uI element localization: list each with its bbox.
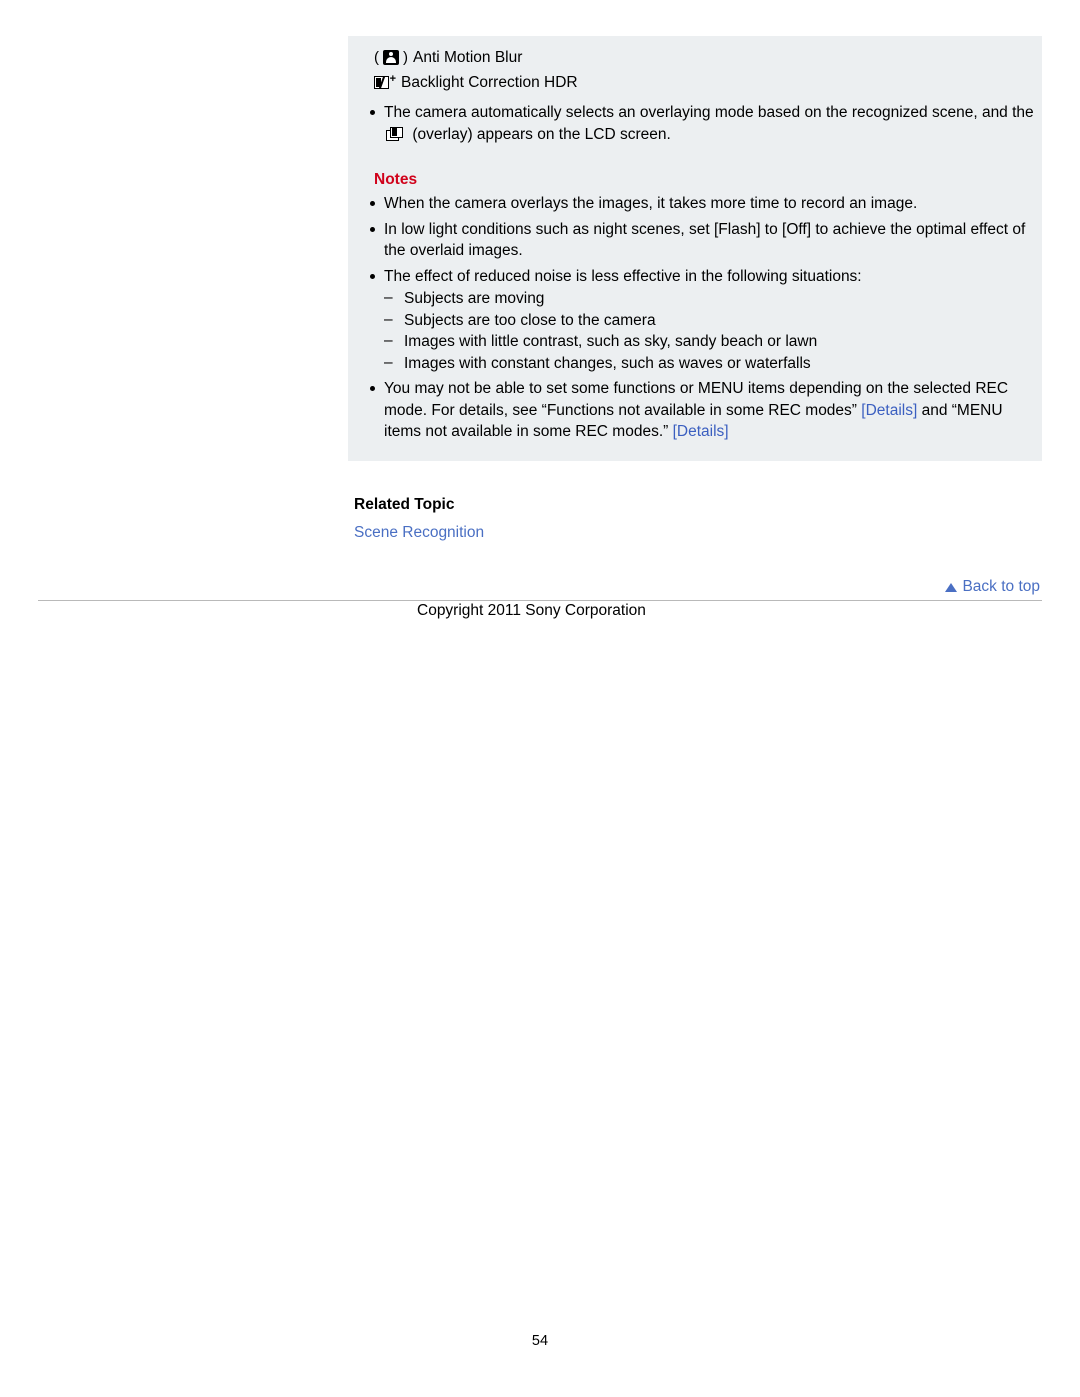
list-item: Subjects are too close to the camera [384, 309, 1034, 332]
intro-text-after: (overlay) appears on the LCD screen. [412, 125, 671, 143]
details-link-2[interactable]: [Details] [673, 423, 729, 440]
mode-label: Backlight Correction HDR [401, 74, 578, 91]
page-number: 54 [531, 1333, 549, 1349]
back-to-top-link[interactable]: Back to top [945, 578, 1040, 596]
triangle-up-icon [945, 582, 958, 592]
note-text: The effect of reduced noise is less effe… [384, 267, 862, 285]
backlight-correction-hdr-icon: + [374, 74, 396, 92]
scene-recognition-link[interactable]: Scene Recognition [354, 524, 484, 542]
list-item: The camera automatically selects an over… [356, 102, 1034, 145]
list-item: The effect of reduced noise is less effe… [356, 266, 1034, 375]
list-item: Subjects are moving [384, 287, 1034, 310]
intro-bullet-list: The camera automatically selects an over… [356, 102, 1034, 145]
note-text: In low light conditions such as night sc… [384, 220, 1026, 260]
note-text: When the camera overlays the images, it … [384, 195, 918, 212]
overlay-icon [386, 126, 406, 142]
list-item: Images with little contrast, such as sky… [384, 330, 1034, 353]
note-sub-list: Subjects are moving Subjects are too clo… [384, 287, 1034, 375]
back-to-top-label: Back to top [962, 578, 1040, 595]
list-item: In low light conditions such as night sc… [356, 219, 1034, 262]
anti-motion-blur-icon: ( ) [374, 49, 408, 66]
details-link-1[interactable]: [Details] [861, 402, 917, 419]
footer-divider [38, 600, 1042, 601]
document-page: ( ) Anti Motion Blur + Backlight Correct… [0, 0, 1080, 1397]
notes-list: When the camera overlays the images, it … [356, 193, 1034, 443]
intro-text-before: The camera automatically selects an over… [384, 104, 1034, 121]
list-item: You may not be able to set some function… [356, 378, 1034, 443]
list-item: Images with constant changes, such as wa… [384, 352, 1034, 375]
content-block: ( ) Anti Motion Blur + Backlight Correct… [348, 36, 1042, 461]
mode-item-anti-motion-blur: ( ) Anti Motion Blur [374, 46, 1034, 70]
related-topic-heading: Related Topic [354, 496, 455, 513]
mode-item-backlight-correction-hdr: + Backlight Correction HDR [374, 71, 1034, 95]
mode-label: Anti Motion Blur [413, 49, 523, 66]
notes-heading: Notes [374, 171, 418, 188]
list-item: When the camera overlays the images, it … [356, 193, 1034, 215]
copyright-text: Copyright 2011 Sony Corporation [417, 602, 646, 619]
